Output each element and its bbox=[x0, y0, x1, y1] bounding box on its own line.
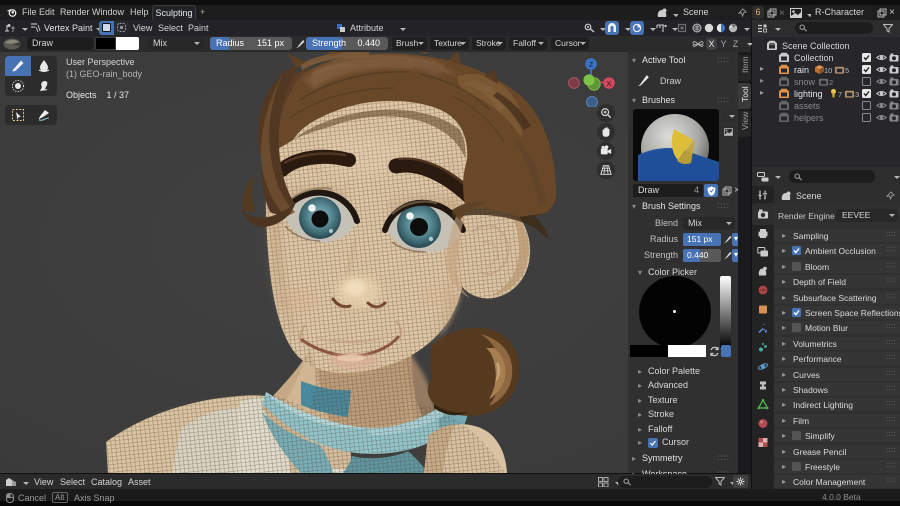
svg-text:X: X bbox=[606, 79, 611, 88]
svg-text:Z: Z bbox=[589, 60, 594, 69]
